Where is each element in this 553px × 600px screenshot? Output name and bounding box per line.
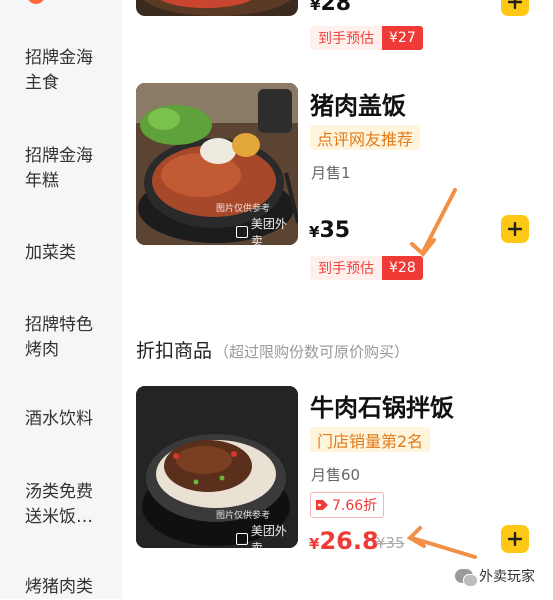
arrow-annotation	[406, 188, 477, 559]
wechat-icon	[455, 569, 478, 587]
footer-watermark-text: 外卖玩家	[479, 569, 535, 585]
footer-watermark: 外卖玩家	[455, 566, 535, 587]
